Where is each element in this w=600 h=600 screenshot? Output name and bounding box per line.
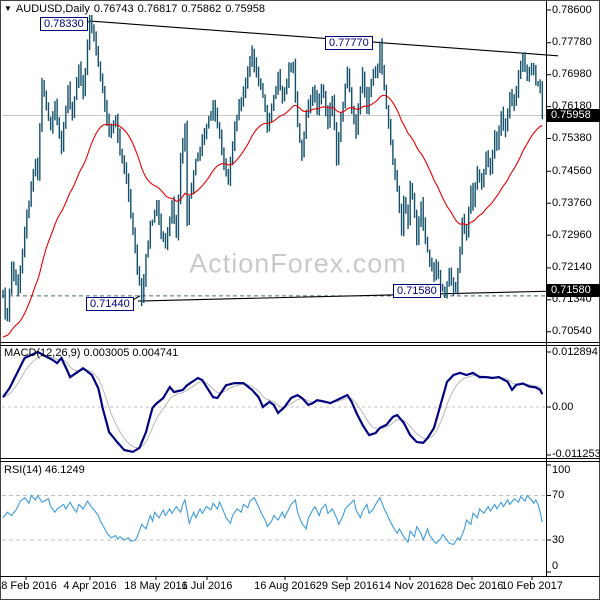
macd-indicator-label: MACD(12,26,9) 0.003005 0.004741 (4, 347, 179, 359)
price-level-label[interactable]: 0.78330 (40, 16, 88, 31)
macd-axis-label: -0.011253 (552, 448, 600, 461)
price-axis-label: 0.77780 (552, 36, 592, 49)
price-level-label[interactable]: 0.71440 (86, 296, 134, 311)
date-axis-label: 18 Feb 2016 (0, 580, 57, 592)
date-axis-label: 14 Nov 2016 (378, 580, 442, 592)
current-price-label: 0.75958 (547, 108, 600, 122)
date-axis-label: 16 Aug 2016 (254, 580, 316, 592)
date-axis-label: 29 Sep 2016 (315, 580, 379, 592)
price-level-label[interactable]: 0.71580 (393, 284, 441, 299)
price-axis-label: 0.75380 (552, 132, 592, 145)
price-axis-label: 0.72960 (552, 228, 592, 241)
watermark: ActionForex.com (189, 248, 407, 279)
price-axis-label: 0.70540 (552, 325, 592, 338)
date-axis-label: 10 Feb 2017 (501, 580, 563, 592)
rsi-axis-label: 0 (552, 560, 559, 572)
macd-axis-label: 0.00 (552, 400, 574, 413)
rsi-axis-label: 30 (552, 533, 565, 546)
price-axis-label: 0.72140 (552, 261, 592, 274)
price-axis-label: 0.76980 (552, 68, 592, 81)
symbol-dropdown-arrow-icon[interactable]: ▼ (4, 4, 12, 13)
low-value: 0.75862 (181, 3, 222, 15)
macd-axis-label: 0.012894 (552, 345, 598, 358)
date-axis-label: 18 May 2016 (124, 580, 188, 592)
price-level-label[interactable]: 0.77770 (325, 36, 373, 51)
chart-header: ▼ AUDUSD,Daily 0.76743 0.76817 0.75862 0.7595… (4, 3, 269, 15)
close-value: 0.75958 (225, 3, 265, 15)
date-axis-label: 28 Dec 2016 (440, 580, 504, 592)
symbol-period-label: AUDUSD,Daily (15, 3, 90, 15)
price-axis-label: 0.74560 (552, 164, 592, 177)
open-value: 0.76743 (93, 3, 134, 15)
chart-window: ▼ AUDUSD,Daily 0.76743 0.76817 0.75862 0.7595… (0, 0, 600, 600)
support-price-label: 0.71580 (547, 283, 600, 297)
rsi-axis-label: 100 (552, 464, 571, 476)
rsi-axis-label: 70 (552, 489, 565, 501)
date-axis-label: 1 Jul 2016 (181, 580, 233, 592)
price-axis-label: 0.73760 (552, 196, 592, 209)
date-axis-label: 4 Apr 2016 (63, 580, 117, 592)
high-value: 0.76817 (137, 3, 178, 15)
price-axis-label: 0.78600 (552, 3, 592, 16)
rsi-indicator-label: RSI(14) 46.1249 (4, 464, 85, 476)
